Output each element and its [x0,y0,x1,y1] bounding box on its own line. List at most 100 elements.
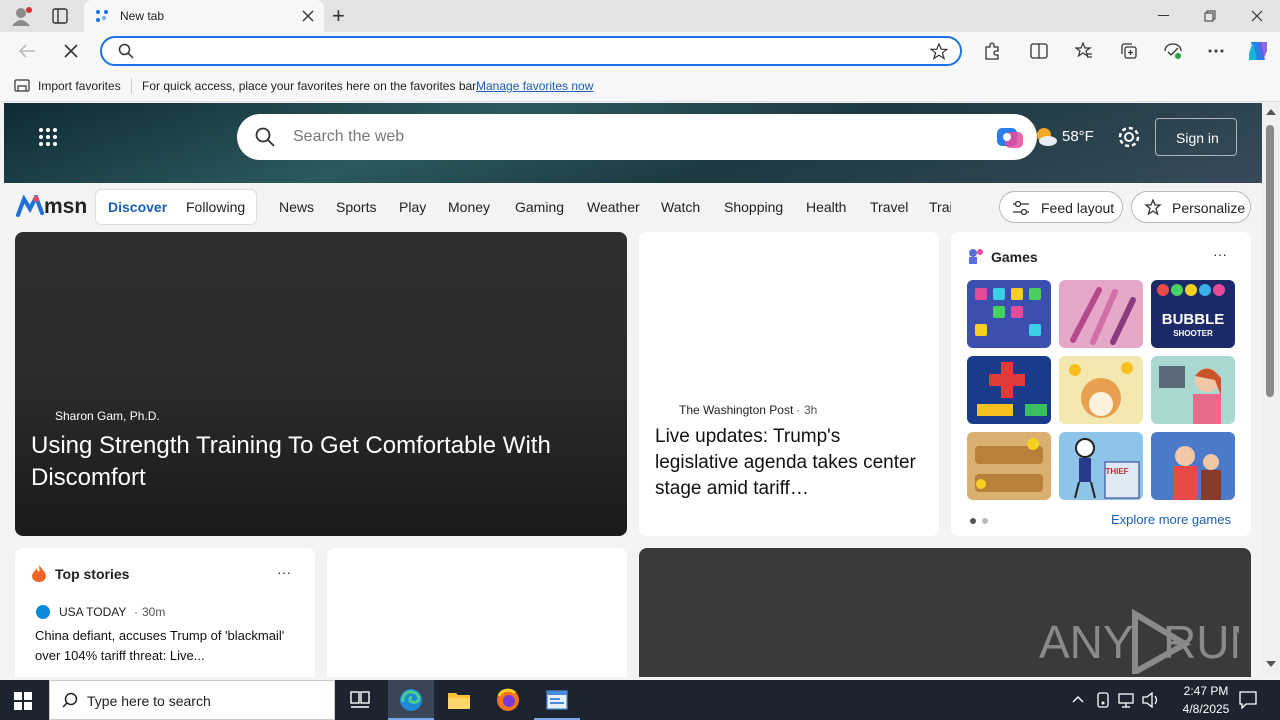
nav-gaming[interactable]: Gaming [515,199,564,215]
game-tile-jewel-puzzle[interactable] [967,280,1051,348]
scroll-down-arrow-icon[interactable] [1266,661,1276,667]
restore-button[interactable] [1204,10,1216,22]
web-search-box[interactable]: Search the web [237,114,1037,160]
games-more-button[interactable]: ··· [1213,246,1227,262]
manage-favorites-link[interactable]: Manage favorites now [476,79,593,93]
game-tile-block-puzzle[interactable] [967,356,1051,424]
back-icon[interactable] [18,43,36,59]
news-card[interactable]: The Washington Post · 3h Live updates: T… [639,232,939,536]
personalize-button[interactable]: Personalize [1131,191,1251,223]
network-icon[interactable] [1118,692,1134,708]
file-explorer-icon[interactable] [447,690,471,710]
hero-story-card[interactable]: Sharon Gam, Ph.D. Using Strength Trainin… [15,232,627,536]
copilot-search-icon[interactable] [995,124,1025,150]
carousel-dot[interactable] [982,518,988,524]
favorites-icon[interactable] [1075,42,1093,60]
profile-icon[interactable] [10,6,32,26]
top-stories-title[interactable]: Top stories [55,566,129,582]
games-title[interactable]: Games [991,249,1038,265]
close-window-button[interactable] [1251,10,1263,22]
news-dot: · [796,403,800,417]
settings-gear-icon[interactable] [1117,125,1141,149]
tab-actions-icon[interactable] [52,8,68,24]
games-icon [967,248,985,264]
address-bar[interactable] [100,36,962,66]
feed-layout-button[interactable]: Feed layout [999,191,1123,223]
windows-taskbar: Type here to search 2:47 PM 4/8/2025 [0,680,1280,720]
nav-shopping[interactable]: Shopping [724,199,783,215]
taskbar-search-input[interactable]: Type here to search [87,693,211,709]
edge-icon [399,688,423,712]
game-tile-thief-puzzle[interactable]: THIEF [1059,432,1143,500]
web-search-input[interactable]: Search the web [293,128,404,146]
favbar-divider [131,78,132,94]
firefox-icon[interactable] [496,688,520,712]
new-tab-button[interactable]: + [332,3,345,29]
nav-weather[interactable]: Weather [587,199,640,215]
device-icon[interactable] [1096,692,1110,708]
game-tile-hospital-girl[interactable] [1151,356,1235,424]
top-stories-card: Top stories ··· USA TODAY · 30m China de… [15,548,315,677]
extensions-icon[interactable] [983,42,1001,60]
video-card[interactable]: ANY RUN [639,548,1251,677]
minimize-button[interactable] [1158,15,1169,16]
collections-icon[interactable] [1120,42,1138,60]
web-search-icon [255,127,275,147]
import-favorites-icon [14,79,30,93]
game-tile-makeup-brushes[interactable] [1059,280,1143,348]
app-taskbar-button[interactable] [534,680,580,720]
import-favorites-button[interactable]: Import favorites [38,79,121,93]
add-favorite-star-icon[interactable] [930,43,948,61]
taskbar-search-box[interactable]: Type here to search [49,680,335,720]
top-story-headline[interactable]: China defiant, accuses Trump of 'blackma… [35,626,299,666]
browser-essentials-icon[interactable] [1163,42,1183,60]
news-headline[interactable]: Live updates: Trump's legislative agenda… [655,424,917,502]
scroll-up-arrow-icon[interactable] [1266,109,1276,115]
personalize-label: Personalize [1172,200,1246,216]
notifications-icon[interactable] [1239,691,1257,709]
tab-following[interactable]: Following [186,199,245,215]
clock-date[interactable]: 4/8/2025 [1174,702,1238,716]
nav-money[interactable]: Money [448,199,490,215]
settings-more-icon[interactable] [1208,49,1224,53]
apps-grid-icon[interactable] [38,127,58,147]
stop-loading-icon[interactable] [64,44,78,58]
trending-flame-icon [31,564,47,582]
start-button-windows-icon[interactable] [14,692,32,710]
nav-health[interactable]: Health [806,199,846,215]
msn-logo-text[interactable]: msn [44,195,87,219]
sign-in-button[interactable]: Sign in [1155,118,1237,156]
volume-icon[interactable] [1142,692,1160,708]
copilot-icon[interactable] [1245,39,1271,63]
close-tab-icon[interactable] [302,10,314,22]
game-tile-wood-nuts[interactable] [967,432,1051,500]
story-headline[interactable]: Using Strength Training To Get Comfortab… [31,430,611,494]
explore-more-games-link[interactable]: Explore more games [1111,512,1231,527]
tab-discover[interactable]: Discover [108,199,167,215]
weather-temp[interactable]: 58°F [1062,128,1094,145]
empty-card [327,548,627,677]
page-scrollbar[interactable] [1262,103,1280,677]
tab-title: New tab [120,9,165,23]
favorites-bar: Import favorites For quick access, place… [0,70,1280,102]
task-view-icon[interactable] [350,691,370,709]
nav-play[interactable]: Play [399,199,426,215]
game-tile-bubble-shooter[interactable]: BUBBLE SHOOTER [1151,280,1235,348]
edge-taskbar-button[interactable] [388,680,434,720]
scroll-thumb[interactable] [1266,125,1274,397]
top-stories-more-button[interactable]: ··· [277,564,291,580]
title-bar: New tab + [0,0,1280,32]
nav-news[interactable]: News [279,199,314,215]
clock-time[interactable]: 2:47 PM [1174,684,1238,698]
nav-travel[interactable]: Travel [870,199,908,215]
nav-sports[interactable]: Sports [336,199,376,215]
split-screen-icon[interactable] [1030,43,1048,59]
carousel-dot-active[interactable] [970,518,976,524]
game-tile-shiba-bees[interactable] [1059,356,1143,424]
tab-new-tab[interactable]: New tab [84,0,324,32]
weather-icon [1034,127,1058,147]
nav-watch[interactable]: Watch [661,199,700,215]
show-hidden-icons-chevron-icon[interactable] [1072,695,1084,703]
game-tile-hotel-clerk[interactable] [1151,432,1235,500]
nav-traffic[interactable]: Trai [929,199,951,215]
